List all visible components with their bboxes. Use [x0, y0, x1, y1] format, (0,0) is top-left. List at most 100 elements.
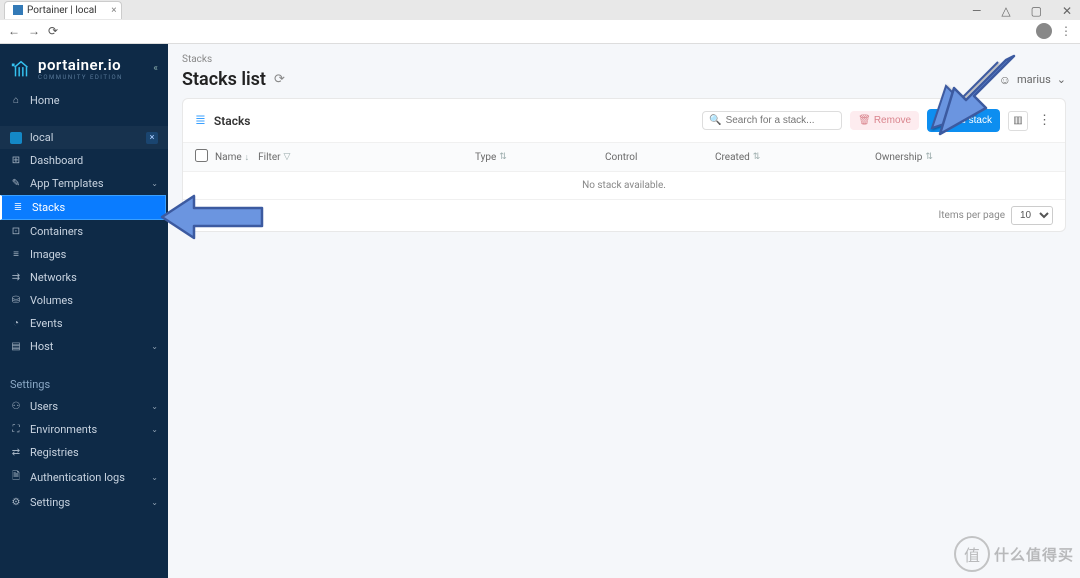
nav-forward-icon[interactable]: → — [28, 24, 40, 38]
sidebar-item-label: Events — [30, 317, 63, 330]
sidebar-item-containers[interactable]: ⊡ Containers — [0, 220, 168, 243]
sidebar-item-label: Host — [30, 340, 53, 353]
sidebar-item-label: Authentication logs — [30, 471, 125, 484]
sidebar-item-volumes[interactable]: ⛁ Volumes — [0, 289, 168, 312]
home-icon: ⌂ — [10, 95, 22, 106]
sidebar-item-registries[interactable]: ⇄ Registries — [0, 441, 168, 464]
sidebar: portainer.io COMMUNITY EDITION « ⌂ Home … — [0, 44, 168, 578]
search-input[interactable] — [726, 115, 858, 126]
images-icon: ≡ — [10, 249, 22, 260]
sidebar-item-label: Containers — [30, 225, 83, 238]
environment-name: local — [30, 131, 53, 144]
panel-title: Stacks — [214, 114, 251, 128]
browser-profile-avatar[interactable] — [1036, 23, 1052, 39]
columns-settings-icon[interactable]: ▥ — [1008, 111, 1028, 131]
col-control[interactable]: Control — [605, 152, 637, 163]
app-shell: portainer.io COMMUNITY EDITION « ⌂ Home … — [0, 44, 1080, 578]
add-stack-button[interactable]: ＋ Add stack — [927, 109, 1000, 132]
sidebar-item-label: App Templates — [30, 177, 104, 190]
nav-back-icon[interactable]: ← — [8, 24, 20, 38]
logo: portainer.io COMMUNITY EDITION « — [0, 44, 168, 89]
sidebar-item-label: Images — [30, 248, 66, 261]
filter-icon[interactable]: ▽ — [284, 152, 291, 162]
sidebar-item-networks[interactable]: ⇉ Networks — [0, 266, 168, 289]
chevron-down-icon: ⌄ — [1057, 73, 1066, 86]
networks-icon: ⇉ — [10, 272, 22, 283]
chevron-down-icon: ⌄ — [151, 473, 158, 482]
col-filter-label[interactable]: Filter — [258, 152, 280, 163]
col-created[interactable]: Created — [715, 152, 750, 163]
chevron-down-icon: ⌄ — [151, 425, 158, 434]
search-input-wrapper[interactable]: 🔍 — [702, 111, 842, 130]
chevron-down-icon: ⌄ — [151, 342, 158, 351]
remove-button[interactable]: 🗑 Remove — [850, 111, 919, 130]
col-type[interactable]: Type — [475, 152, 496, 163]
sidebar-item-host[interactable]: ▤ Host ⌄ — [0, 335, 168, 358]
breadcrumb: Stacks — [182, 54, 1066, 65]
sidebar-item-images[interactable]: ≡ Images — [0, 243, 168, 266]
stacks-panel: ≣ Stacks 🔍 🗑 Remove ＋ Add stack ▥ ⋮ — [182, 98, 1066, 232]
host-icon: ▤ — [10, 341, 22, 352]
panel-kebab-icon[interactable]: ⋮ — [1036, 113, 1053, 128]
browser-menu-icon[interactable]: ⋮ — [1060, 24, 1072, 38]
tab-close-icon[interactable]: × — [111, 5, 116, 16]
refresh-icon[interactable]: ⟳ — [274, 72, 285, 87]
stacks-icon: ≣ — [12, 202, 24, 213]
logo-name: portainer.io — [38, 56, 123, 74]
templates-icon: ✎ — [10, 178, 22, 189]
sidebar-item-users[interactable]: ⚇ Users ⌄ — [0, 395, 168, 418]
sidebar-item-authentication-logs[interactable]: 🗎Authentication logs⌄ — [0, 464, 168, 491]
sidebar-item-home[interactable]: ⌂ Home — [0, 89, 168, 112]
dashboard-icon: ⊞ — [10, 155, 22, 166]
browser-tab[interactable]: Portainer | local × — [4, 1, 122, 19]
containers-icon: ⊡ — [10, 226, 22, 237]
items-per-page-select[interactable]: 10 — [1011, 206, 1053, 225]
window-close-button[interactable]: ✕ — [1056, 2, 1078, 20]
sidebar-item-events[interactable]: ◔ Events — [0, 312, 168, 335]
volumes-icon: ⛁ — [10, 295, 22, 306]
sidebar-item-settings[interactable]: ⚙Settings⌄ — [0, 491, 168, 514]
window-minimize-button[interactable]: — — [966, 2, 987, 20]
sort-icon[interactable]: ⇅ — [753, 152, 761, 162]
sidebar-item-dashboard[interactable]: ⊞ Dashboard — [0, 149, 168, 172]
empty-state: No stack available. — [183, 172, 1065, 200]
docker-icon — [10, 132, 22, 144]
table-header: Name ↓ Filter ▽ Type ⇅ Control Created ⇅ — [183, 143, 1065, 172]
panel-header: ≣ Stacks 🔍 🗑 Remove ＋ Add stack ▥ ⋮ — [183, 99, 1065, 143]
nav-reload-icon[interactable]: ⟳ — [48, 24, 58, 38]
registries-icon: ⇄ — [10, 447, 22, 458]
environment-close-icon[interactable]: × — [146, 132, 158, 144]
remove-label: Remove — [874, 115, 911, 126]
user-menu[interactable]: ☺ marius ⌄ — [999, 73, 1066, 87]
watermark: 值 什么值得买 — [954, 536, 1074, 572]
sidebar-item-environments[interactable]: ⛶Environments⌄ — [0, 418, 168, 441]
sort-desc-icon[interactable]: ↓ — [245, 152, 250, 163]
col-ownership[interactable]: Ownership — [875, 152, 922, 163]
chevron-down-icon: ⌄ — [151, 402, 158, 411]
sidebar-collapse-icon[interactable]: « — [153, 63, 158, 74]
environments-icon: ⛶ — [10, 424, 22, 435]
sidebar-item-app-templates[interactable]: ✎App Templates⌄ — [0, 172, 168, 195]
browser-tab-bar: Portainer | local × — △ ▢ ✕ — [0, 0, 1080, 20]
sidebar-item-label: Networks — [30, 271, 77, 284]
tab-favicon-icon — [13, 5, 23, 15]
window-restore-button[interactable]: ▢ — [1025, 2, 1048, 20]
add-label: Add stack — [948, 115, 992, 126]
sidebar-item-label: Volumes — [30, 294, 73, 307]
sort-icon[interactable]: ⇅ — [925, 152, 933, 162]
sidebar-item-stacks[interactable]: ≣Stacks — [0, 195, 166, 220]
sort-icon[interactable]: ⇅ — [499, 152, 507, 162]
users-icon: ⚇ — [10, 401, 22, 412]
search-icon: 🔍 — [709, 115, 721, 126]
col-name[interactable]: Name — [215, 152, 242, 163]
select-all-checkbox[interactable] — [195, 149, 208, 162]
browser-nav-bar: ← → ⟳ ⋮ — [0, 20, 1080, 43]
events-icon: ◔ — [10, 318, 22, 329]
portainer-logo-icon — [10, 58, 32, 80]
sidebar-item-label: Users — [30, 400, 58, 413]
sidebar-environment-local[interactable]: local × — [0, 126, 168, 149]
sidebar-item-label: Registries — [30, 446, 79, 459]
window-maximize-button[interactable]: △ — [995, 2, 1016, 20]
sidebar-item-label: Dashboard — [30, 154, 83, 167]
trash-icon: 🗑 — [858, 115, 871, 126]
